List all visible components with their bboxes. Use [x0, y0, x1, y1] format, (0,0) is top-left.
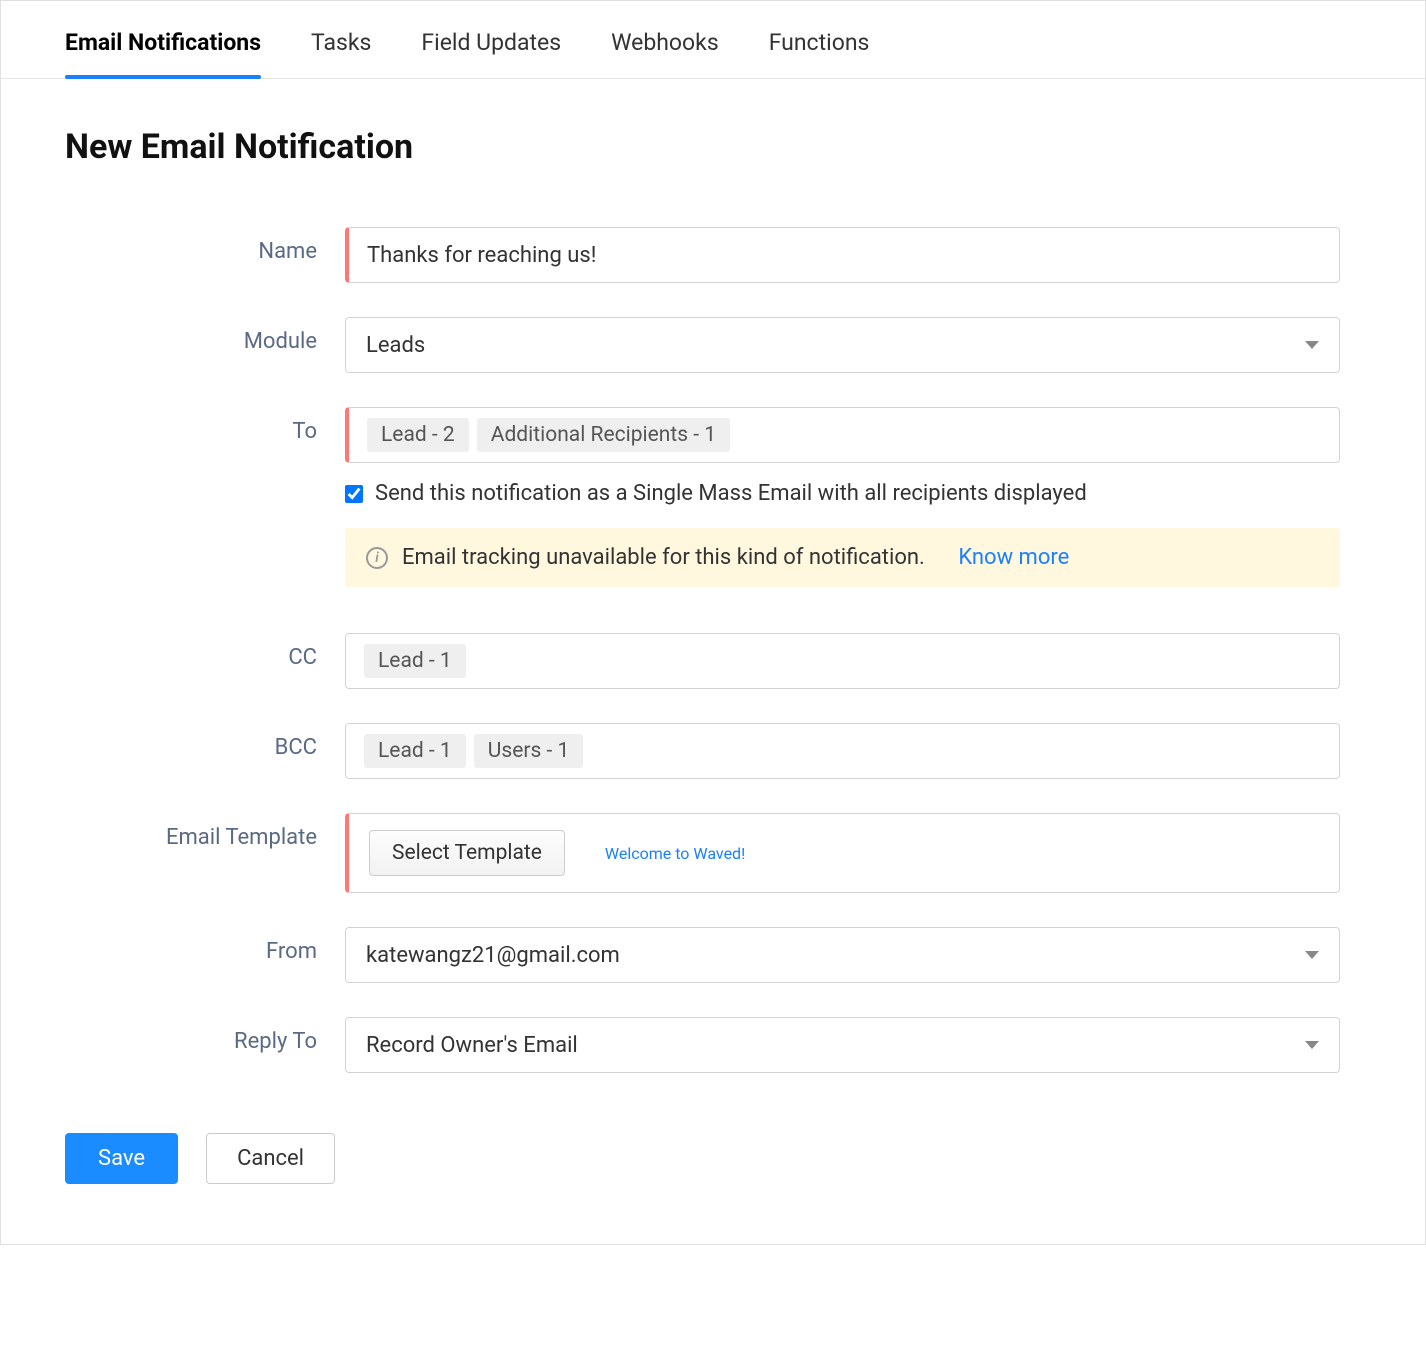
bcc-chip-users[interactable]: Users - 1	[474, 734, 584, 768]
tab-field-updates[interactable]: Field Updates	[421, 29, 561, 78]
tab-email-notifications[interactable]: Email Notifications	[65, 29, 261, 78]
tab-webhooks[interactable]: Webhooks	[611, 29, 719, 78]
reply-to-value: Record Owner's Email	[366, 1033, 578, 1058]
mass-email-row: Send this notification as a Single Mass …	[345, 481, 1340, 506]
module-value: Leads	[366, 333, 425, 358]
cc-input[interactable]: Lead - 1	[345, 633, 1340, 689]
row-email-template: Email Template Select Template Welcome t…	[65, 813, 1361, 893]
row-reply-to: Reply To Record Owner's Email	[65, 1017, 1361, 1073]
to-chip-lead[interactable]: Lead - 2	[367, 418, 469, 452]
select-template-button[interactable]: Select Template	[369, 830, 565, 876]
to-chip-additional[interactable]: Additional Recipients - 1	[477, 418, 730, 452]
bcc-chip-lead[interactable]: Lead - 1	[364, 734, 466, 768]
label-reply-to: Reply To	[65, 1017, 345, 1054]
row-module: Module Leads	[65, 317, 1361, 373]
row-bcc: BCC Lead - 1 Users - 1	[65, 723, 1361, 779]
mass-email-checkbox[interactable]	[345, 485, 363, 503]
info-icon: i	[366, 547, 388, 569]
name-input-wrap	[345, 227, 1340, 283]
know-more-link[interactable]: Know more	[958, 545, 1069, 570]
save-button[interactable]: Save	[65, 1133, 178, 1184]
email-template-box: Select Template Welcome to Waved!	[345, 813, 1340, 893]
cc-chip-lead[interactable]: Lead - 1	[364, 644, 466, 678]
mass-email-label: Send this notification as a Single Mass …	[375, 481, 1087, 506]
row-cc: CC Lead - 1	[65, 633, 1361, 689]
label-email-template: Email Template	[65, 813, 345, 850]
cancel-button[interactable]: Cancel	[206, 1133, 335, 1184]
to-input[interactable]: Lead - 2 Additional Recipients - 1	[345, 407, 1340, 463]
tab-tasks[interactable]: Tasks	[311, 29, 371, 78]
label-bcc: BCC	[65, 723, 345, 760]
actions-row: Save Cancel	[65, 1133, 1361, 1184]
label-to: To	[65, 407, 345, 444]
content-area: New Email Notification Name Module Leads…	[1, 79, 1425, 1244]
label-from: From	[65, 927, 345, 964]
row-from: From katewangz21@gmail.com	[65, 927, 1361, 983]
caret-down-icon	[1305, 341, 1319, 349]
caret-down-icon	[1305, 951, 1319, 959]
label-module: Module	[65, 317, 345, 354]
info-text: Email tracking unavailable for this kind…	[402, 545, 925, 570]
main-container: Email Notifications Tasks Field Updates …	[0, 0, 1426, 1245]
template-name-link[interactable]: Welcome to Waved!	[605, 844, 745, 863]
from-select[interactable]: katewangz21@gmail.com	[345, 927, 1340, 983]
page-title: New Email Notification	[65, 127, 1361, 167]
info-box: i Email tracking unavailable for this ki…	[345, 528, 1340, 587]
label-name: Name	[65, 227, 345, 264]
caret-down-icon	[1305, 1041, 1319, 1049]
tabs-nav: Email Notifications Tasks Field Updates …	[1, 1, 1425, 79]
name-input[interactable]	[367, 243, 1321, 268]
bcc-input[interactable]: Lead - 1 Users - 1	[345, 723, 1340, 779]
row-to: To Lead - 2 Additional Recipients - 1 Se…	[65, 407, 1361, 587]
from-value: katewangz21@gmail.com	[366, 943, 620, 968]
label-cc: CC	[65, 633, 345, 670]
module-select[interactable]: Leads	[345, 317, 1340, 373]
tab-functions[interactable]: Functions	[769, 29, 870, 78]
row-name: Name	[65, 227, 1361, 283]
reply-to-select[interactable]: Record Owner's Email	[345, 1017, 1340, 1073]
